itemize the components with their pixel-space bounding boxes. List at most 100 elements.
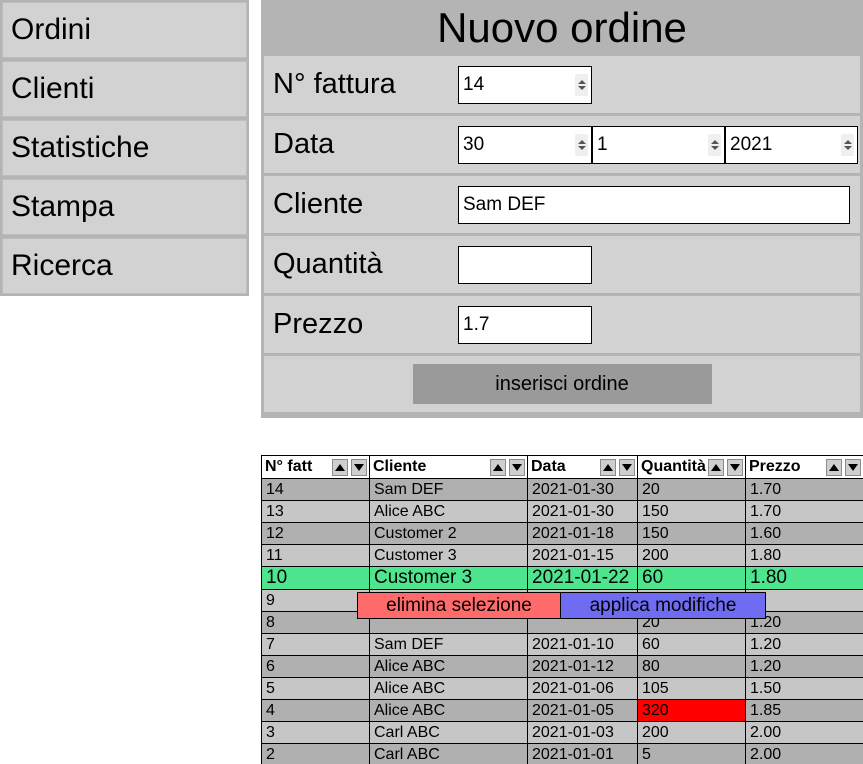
cell-quantita[interactable]: 60 — [637, 566, 746, 590]
data-month-stepper[interactable] — [592, 125, 725, 164]
nfattura-stepper[interactable] — [458, 65, 592, 104]
cell-nfatt[interactable]: 2 — [261, 743, 370, 764]
cell-data[interactable]: 2021-01-30 — [527, 478, 638, 501]
data-day-input[interactable] — [458, 125, 592, 164]
cell-nfatt[interactable]: 11 — [261, 544, 370, 567]
cell-prezzo[interactable]: 1.20 — [745, 633, 863, 656]
table-row[interactable]: 14 Sam DEF 2021-01-30 20 1.70 — [261, 478, 863, 501]
cell-cliente[interactable]: Alice ABC — [369, 655, 528, 678]
cell-quantita[interactable]: 5 — [637, 743, 746, 764]
cell-data[interactable]: 2021-01-01 — [527, 743, 638, 764]
cell-quantita[interactable]: 150 — [637, 500, 746, 523]
cell-cliente[interactable]: Carl ABC — [369, 743, 528, 764]
cell-quantita[interactable]: 105 — [637, 677, 746, 700]
cliente-input[interactable] — [458, 185, 850, 224]
triangle-down-icon[interactable] — [509, 458, 525, 476]
cell-cliente[interactable]: Alice ABC — [369, 500, 528, 523]
table-row[interactable]: 10 Customer 3 2021-01-22 60 1.80 — [261, 566, 863, 590]
cell-data[interactable]: 2021-01-22 — [527, 566, 638, 590]
data-year-input[interactable] — [725, 125, 858, 164]
cell-nfatt[interactable]: 12 — [261, 522, 370, 545]
cell-data[interactable]: 2021-01-30 — [527, 500, 638, 523]
sidebar-item-stampa[interactable]: Stampa — [2, 179, 247, 235]
cell-nfatt[interactable]: 9 — [261, 589, 370, 612]
triangle-down-icon[interactable] — [619, 458, 635, 476]
cell-nfatt[interactable]: 7 — [261, 633, 370, 656]
cell-cliente[interactable]: Alice ABC — [369, 677, 528, 700]
cell-data[interactable]: 2021-01-18 — [527, 522, 638, 545]
triangle-up-icon[interactable] — [332, 458, 348, 476]
cell-quantita[interactable]: 200 — [637, 544, 746, 567]
sidebar-item-statistiche[interactable]: Statistiche — [2, 120, 247, 176]
table-row[interactable]: 3 Carl ABC 2021-01-03 200 2.00 — [261, 721, 863, 744]
cell-nfatt[interactable]: 5 — [261, 677, 370, 700]
cell-nfatt[interactable]: 3 — [261, 721, 370, 744]
cell-prezzo[interactable]: 1.70 — [745, 500, 863, 523]
table-row[interactable]: 7 Sam DEF 2021-01-10 60 1.20 — [261, 633, 863, 656]
sidebar-item-ricerca[interactable]: Ricerca — [2, 238, 247, 294]
data-year-stepper[interactable] — [725, 125, 858, 164]
cell-prezzo[interactable]: 1.60 — [745, 522, 863, 545]
sidebar-item-clienti[interactable]: Clienti — [2, 61, 247, 117]
cell-quantita[interactable]: 60 — [637, 633, 746, 656]
cell-quantita[interactable]: 80 — [637, 655, 746, 678]
cell-nfatt[interactable]: 6 — [261, 655, 370, 678]
cell-prezzo[interactable]: 1.80 — [745, 566, 863, 590]
cell-nfatt[interactable]: 4 — [261, 699, 370, 722]
nfattura-input[interactable] — [458, 65, 592, 104]
cell-data[interactable]: 2021-01-10 — [527, 633, 638, 656]
cell-prezzo[interactable]: 1.80 — [745, 544, 863, 567]
cell-prezzo[interactable]: 1.85 — [745, 699, 863, 722]
data-day-stepper[interactable] — [458, 125, 592, 164]
table-row[interactable]: 13 Alice ABC 2021-01-30 150 1.70 — [261, 500, 863, 523]
elimina-selezione-button[interactable]: elimina selezione — [357, 592, 561, 619]
cell-quantita[interactable]: 200 — [637, 721, 746, 744]
cell-cliente[interactable]: Customer 2 — [369, 522, 528, 545]
cell-data[interactable]: 2021-01-15 — [527, 544, 638, 567]
data-year-spinner-icon[interactable] — [841, 133, 854, 156]
cell-nfatt[interactable]: 10 — [261, 566, 370, 590]
cell-prezzo[interactable]: 2.00 — [745, 721, 863, 744]
cell-cliente[interactable]: Sam DEF — [369, 478, 528, 501]
sidebar-item-ordini[interactable]: Ordini — [2, 2, 247, 58]
table-row[interactable]: 6 Alice ABC 2021-01-12 80 1.20 — [261, 655, 863, 678]
table-row[interactable]: 2 Carl ABC 2021-01-01 5 2.00 — [261, 743, 863, 764]
quantita-input[interactable] — [458, 245, 592, 284]
triangle-down-icon[interactable] — [845, 458, 861, 476]
triangle-up-icon[interactable] — [490, 458, 506, 476]
cell-quantita-flagged[interactable]: 320 — [637, 699, 746, 722]
prezzo-input[interactable] — [458, 305, 592, 344]
cell-data[interactable]: 2021-01-12 — [527, 655, 638, 678]
data-day-spinner-icon[interactable] — [575, 133, 588, 156]
nfattura-spinner-icon[interactable] — [575, 73, 588, 96]
cell-prezzo[interactable]: 1.70 — [745, 478, 863, 501]
cell-cliente[interactable]: Carl ABC — [369, 721, 528, 744]
cell-quantita[interactable]: 150 — [637, 522, 746, 545]
table-row[interactable]: 5 Alice ABC 2021-01-06 105 1.50 — [261, 677, 863, 700]
cell-data[interactable]: 2021-01-06 — [527, 677, 638, 700]
cell-cliente[interactable]: Sam DEF — [369, 633, 528, 656]
cell-prezzo[interactable]: 1.20 — [745, 655, 863, 678]
cell-quantita[interactable]: 20 — [637, 478, 746, 501]
cell-nfatt[interactable]: 8 — [261, 611, 370, 634]
triangle-down-icon[interactable] — [351, 458, 367, 476]
cell-cliente[interactable]: Customer 3 — [369, 544, 528, 567]
cell-data[interactable]: 2021-01-03 — [527, 721, 638, 744]
triangle-up-icon[interactable] — [708, 458, 724, 476]
triangle-up-icon[interactable] — [826, 458, 842, 476]
data-month-input[interactable] — [592, 125, 725, 164]
table-row[interactable]: 11 Customer 3 2021-01-15 200 1.80 — [261, 544, 863, 567]
cell-prezzo[interactable]: 2.00 — [745, 743, 863, 764]
cell-nfatt[interactable]: 13 — [261, 500, 370, 523]
cell-data[interactable]: 2021-01-05 — [527, 699, 638, 722]
cell-nfatt[interactable]: 14 — [261, 478, 370, 501]
data-month-spinner-icon[interactable] — [708, 133, 721, 156]
triangle-down-icon[interactable] — [727, 458, 743, 476]
cell-cliente[interactable]: Alice ABC — [369, 699, 528, 722]
inserisci-ordine-button[interactable]: inserisci ordine — [412, 364, 712, 404]
applica-modifiche-button[interactable]: applica modifiche — [560, 592, 766, 619]
cell-prezzo[interactable]: 1.50 — [745, 677, 863, 700]
table-row[interactable]: 12 Customer 2 2021-01-18 150 1.60 — [261, 522, 863, 545]
triangle-up-icon[interactable] — [600, 458, 616, 476]
table-row[interactable]: 4 Alice ABC 2021-01-05 320 1.85 — [261, 699, 863, 722]
